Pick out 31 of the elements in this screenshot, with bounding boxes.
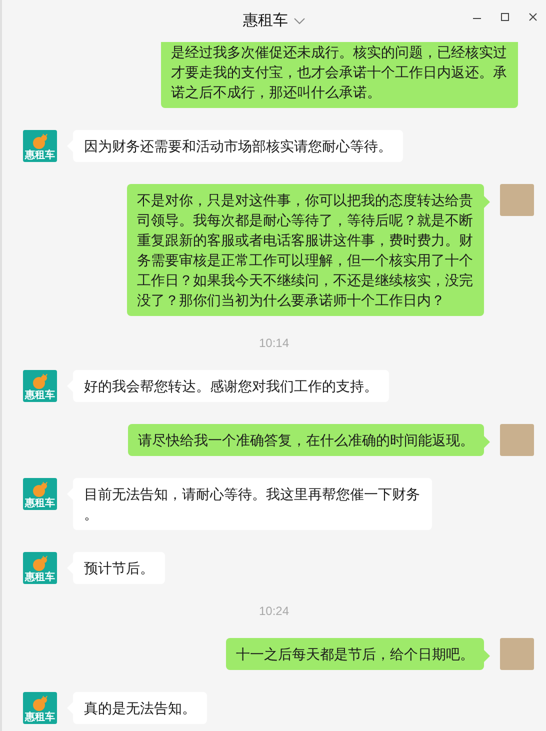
- logo-text: 惠租车: [25, 573, 55, 583]
- mascot-icon: [31, 482, 49, 498]
- close-icon[interactable]: [528, 12, 538, 22]
- photo-placeholder: [500, 424, 534, 456]
- window-title: 惠租车: [243, 10, 288, 31]
- received-message-bubble: 因为财务还需要和活动市场部核实请您耐心等待。: [73, 130, 403, 162]
- chevron-down-icon[interactable]: [294, 18, 305, 24]
- received-message-bubble: 目前无法告知，请耐心等待。我这里再帮您催一下财务。: [73, 478, 432, 530]
- sent-message-bubble: 不是对你，只是对这件事，你可以把我的态度转达给贵司领导。我每次都是耐心等待了，等待后呢？就是不断重复跟新的客服或者电话客服讲这件事，费时费力。财务需要审核是正常工作可以理解，但一个核实用了十个工作日？如果我今天不继续问，不还是继续核实，没完没了？那你们当初为什么要承诺师十个工作日内？: [127, 184, 484, 316]
- mascot-icon: [31, 696, 49, 712]
- bubble-tail-icon: [484, 650, 490, 662]
- received-message-bubble: 预计节后。: [73, 552, 165, 584]
- mascot-icon: [31, 134, 49, 150]
- photo-placeholder: [500, 184, 534, 216]
- timestamp: 10:14: [258, 336, 290, 350]
- bubble-tail-icon: [484, 196, 490, 208]
- maximize-icon[interactable]: [500, 12, 510, 22]
- received-message-bubble: 好的我会帮您转达。感谢您对我们工作的支持。: [73, 370, 389, 402]
- photo-placeholder: [500, 638, 534, 670]
- sent-message-bubble: 十一之后每天都是节后，给个日期吧。: [226, 638, 484, 670]
- sent-message-bubble: 请尽快给我一个准确答复，在什么准确的时间能返现。: [128, 424, 484, 456]
- logo-text: 惠租车: [25, 713, 55, 723]
- logo-text: 惠租车: [25, 151, 55, 161]
- logo-text: 惠租车: [25, 499, 55, 509]
- logo-text: 惠租车: [25, 391, 55, 401]
- sent-message-bubble: 是经过我多次催促还未成行。核实的问题，已经核实过才要走我的支付宝，也才会承诺十个工作日内返还。承诺之后不成行，那还叫什么承诺。: [161, 42, 518, 108]
- mascot-icon: [31, 556, 49, 572]
- bubble-tail-icon: [484, 436, 490, 448]
- timestamp: 10:24: [258, 604, 290, 618]
- received-message-bubble: 真的是无法告知。: [73, 692, 207, 724]
- mascot-icon: [31, 374, 49, 390]
